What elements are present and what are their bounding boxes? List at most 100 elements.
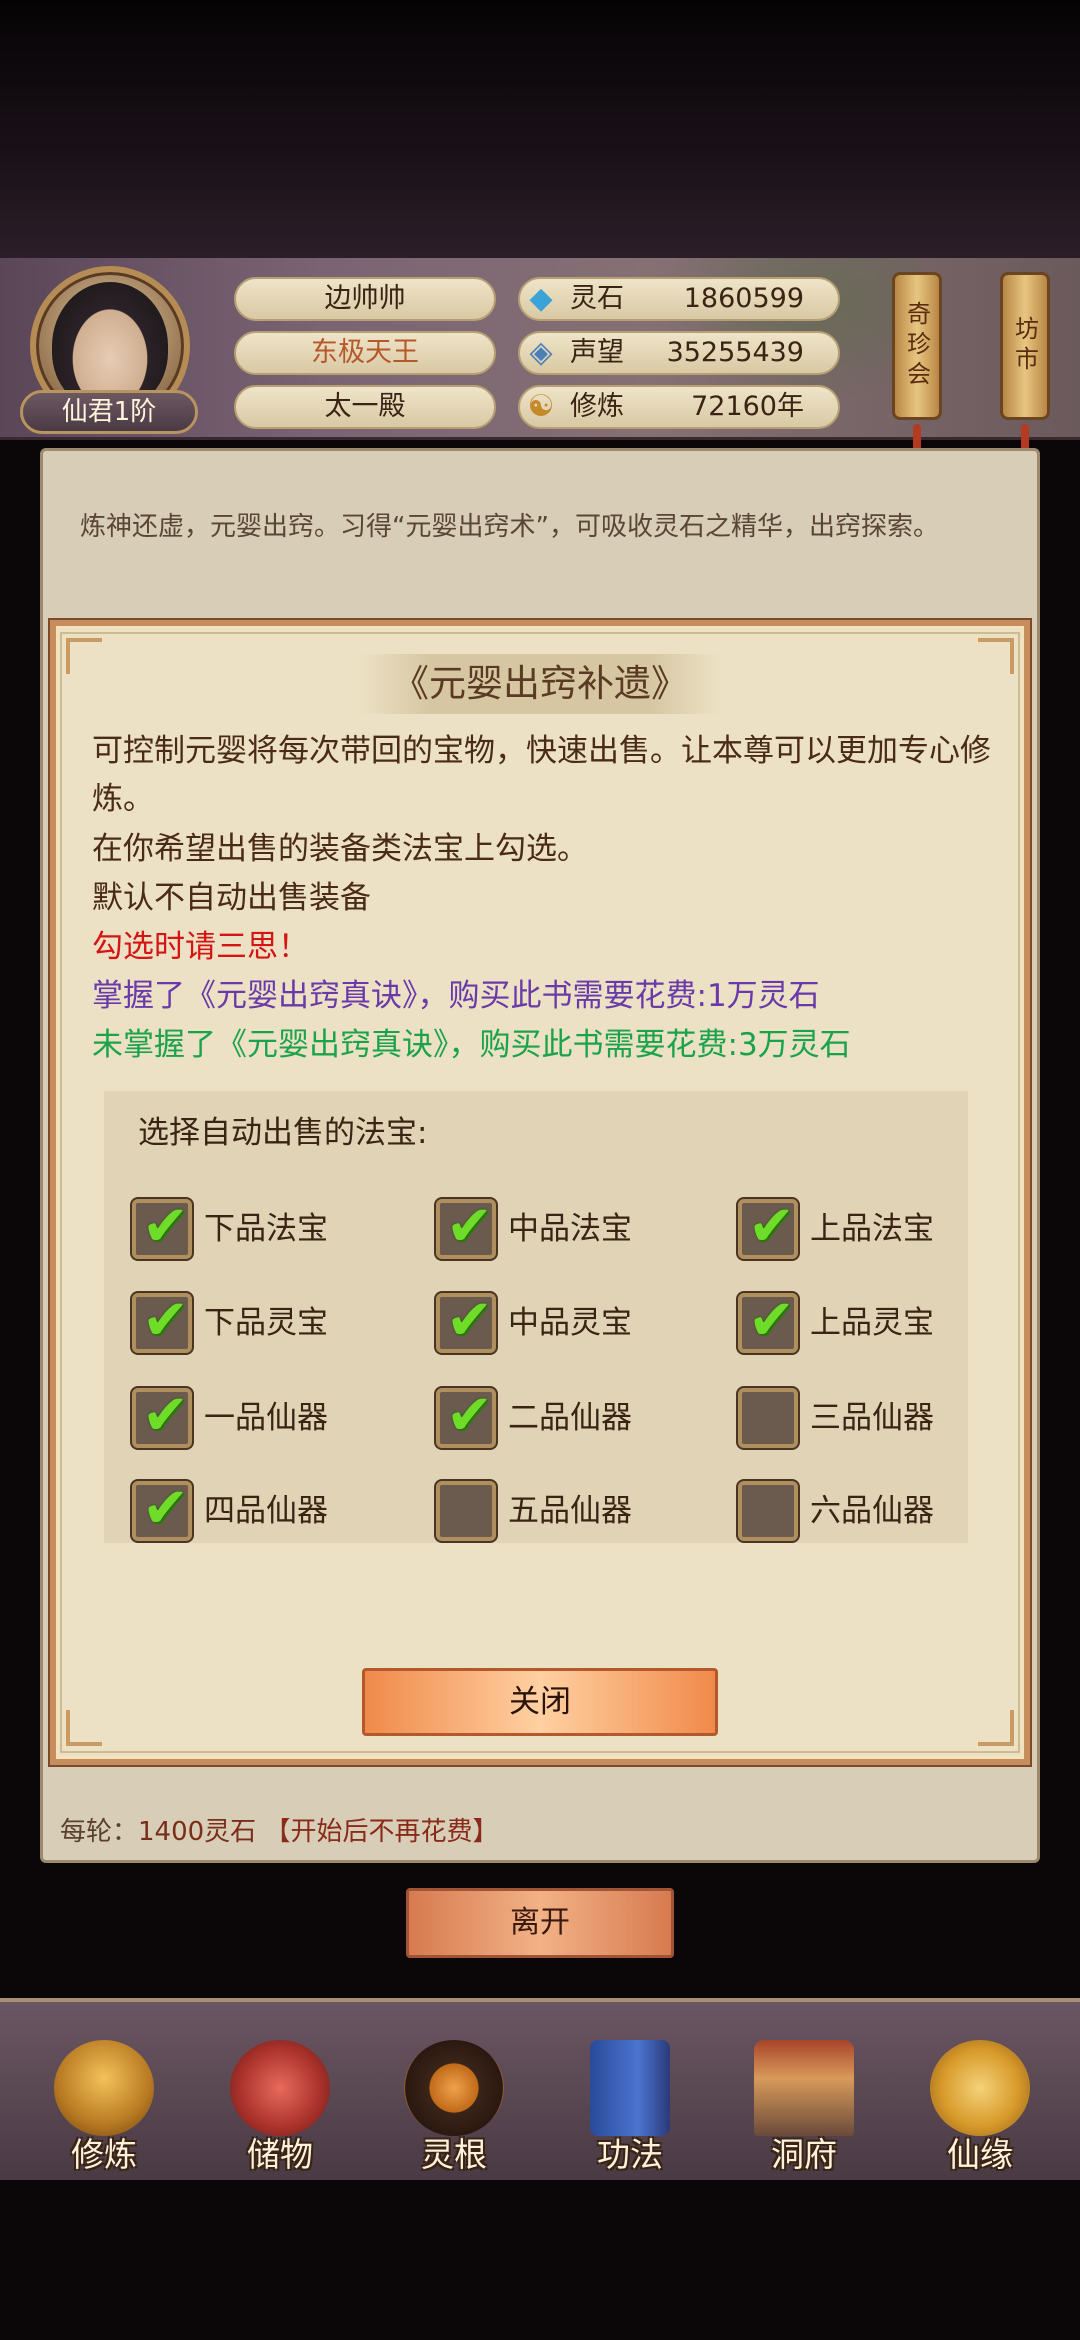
corner-decoration xyxy=(66,1710,102,1746)
spirit-stone-icon: ◆ xyxy=(529,281,553,316)
option-mid-grade-artifact[interactable]: ✔ 中品法宝 xyxy=(436,1194,686,1259)
check-icon: ✔ xyxy=(446,1194,493,1259)
rank-badge: 仙君1阶 xyxy=(20,390,198,434)
top-empty-band xyxy=(0,0,1080,258)
option-label: 二品仙器 xyxy=(508,1400,632,1436)
check-icon: ✔ xyxy=(142,1383,189,1448)
option-label: 一品仙器 xyxy=(204,1400,328,1436)
corner-decoration xyxy=(978,1710,1014,1746)
option-high-grade-artifact[interactable]: ✔ 上品法宝 xyxy=(738,1194,958,1259)
checkbox[interactable]: ✔ xyxy=(738,1194,798,1259)
option-label: 中品灵宝 xyxy=(508,1305,632,1341)
player-name: 边帅帅 xyxy=(234,277,496,321)
stat-cultivation: ☯ 修炼 72160年 xyxy=(518,385,840,429)
nav-item-cave-dwelling[interactable]: 洞府 xyxy=(734,2040,874,2174)
checkbox[interactable] xyxy=(436,1481,496,1541)
option-grade-3-immortal-artifact[interactable]: 三品仙器 xyxy=(738,1388,958,1448)
option-label: 下品灵宝 xyxy=(204,1305,328,1341)
bottom-empty-band xyxy=(0,2180,1080,2340)
option-label: 下品法宝 xyxy=(204,1211,328,1247)
modal-title: 《元婴出窍补遗》 xyxy=(392,662,688,705)
modal-instruction: 在你希望出售的装备类法宝上勾选。 xyxy=(92,831,588,867)
stat-label: 声望 xyxy=(570,337,624,368)
option-label: 上品法宝 xyxy=(810,1211,934,1247)
stat-reputation: ◈ 声望 35255439 xyxy=(518,331,840,375)
nav-item-immortal-fate[interactable]: 仙缘 xyxy=(910,2040,1050,2174)
stat-value: 35255439 xyxy=(666,337,804,368)
nav-label: 仙缘 xyxy=(947,2135,1013,2174)
option-high-grade-spirit-treasure[interactable]: ✔ 上品灵宝 xyxy=(738,1288,958,1353)
nav-item-technique[interactable]: 功法 xyxy=(560,2040,700,2174)
option-label: 中品法宝 xyxy=(508,1211,632,1247)
stat-value: 1860599 xyxy=(683,283,804,314)
checkbox[interactable]: ✔ xyxy=(436,1194,496,1259)
player-title: 东极天王 xyxy=(234,331,496,375)
storage-bag-icon xyxy=(230,2040,330,2136)
auto-sell-selection-box: ✔ 下品法宝 ✔ 中品法宝 ✔ 上品法宝 ✔ 下品灵宝 ✔ 中品灵宝 ✔ 上品灵… xyxy=(104,1091,968,1543)
option-grade-2-immortal-artifact[interactable]: ✔ 二品仙器 xyxy=(436,1383,686,1448)
player-sect: 太一殿 xyxy=(234,385,496,429)
round-cost-label: 每轮： xyxy=(60,1817,139,1847)
background-description: 炼神还虚，元婴出窍。习得“元婴出窍术”，可吸收灵石之精华，出窍探索。 xyxy=(80,512,939,542)
option-grade-6-immortal-artifact[interactable]: 六品仙器 xyxy=(738,1481,958,1541)
checkbox[interactable] xyxy=(738,1481,798,1541)
price-unmastered: 未掌握了《元婴出窍真诀》，购买此书需要花费:3万灵石 xyxy=(92,1027,851,1063)
check-icon: ✔ xyxy=(446,1383,493,1448)
check-icon: ✔ xyxy=(142,1194,189,1259)
nav-label: 洞府 xyxy=(771,2135,837,2174)
check-icon: ✔ xyxy=(748,1288,795,1353)
auto-sell-title: 选择自动出售的法宝: xyxy=(138,1115,428,1151)
modal-default-note: 默认不自动出售装备 xyxy=(92,880,371,916)
round-cost-row: 每轮：1400灵石 【开始后不再花费】 xyxy=(60,1810,1020,1854)
corner-decoration xyxy=(66,638,102,674)
option-label: 上品灵宝 xyxy=(810,1305,934,1341)
immortal-fate-icon xyxy=(930,2040,1030,2136)
modal-description: 可控制元婴将每次带回的宝物，快速出售。让本尊可以更加专心修炼。 xyxy=(92,733,991,817)
option-grade-5-immortal-artifact[interactable]: 五品仙器 xyxy=(436,1481,686,1541)
option-label: 三品仙器 xyxy=(810,1400,934,1436)
checkbox[interactable]: ✔ xyxy=(436,1288,496,1353)
price-mastered: 掌握了《元婴出窍真诀》，购买此书需要花费:1万灵石 xyxy=(92,978,820,1014)
option-mid-grade-spirit-treasure[interactable]: ✔ 中品灵宝 xyxy=(436,1288,686,1353)
round-cost-note: 【开始后不再花费】 xyxy=(264,1817,499,1847)
checkbox[interactable]: ✔ xyxy=(132,1288,192,1353)
market-button[interactable]: 坊市 xyxy=(1000,272,1050,420)
modal-warning: 勾选时请三思！ xyxy=(92,929,309,965)
check-icon: ✔ xyxy=(748,1194,795,1259)
nav-label: 储物 xyxy=(247,2135,313,2174)
option-label: 六品仙器 xyxy=(810,1493,934,1529)
treasure-auction-button[interactable]: 奇珍会 xyxy=(892,272,942,420)
option-low-grade-spirit-treasure[interactable]: ✔ 下品灵宝 xyxy=(132,1288,382,1353)
corner-decoration xyxy=(978,638,1014,674)
leave-button[interactable]: 离开 xyxy=(406,1888,674,1958)
check-icon: ✔ xyxy=(142,1476,189,1541)
close-button[interactable]: 关闭 xyxy=(362,1668,718,1736)
option-grade-1-immortal-artifact[interactable]: ✔ 一品仙器 xyxy=(132,1383,382,1448)
cave-dwelling-icon xyxy=(754,2040,854,2136)
stat-value: 72160年 xyxy=(691,391,804,422)
nav-label: 功法 xyxy=(597,2135,663,2174)
check-icon: ✔ xyxy=(142,1288,189,1353)
cultivate-icon xyxy=(54,2040,154,2136)
checkbox[interactable]: ✔ xyxy=(738,1288,798,1353)
nav-item-spirit-root[interactable]: 灵根 xyxy=(384,2040,524,2174)
nav-item-storage[interactable]: 储物 xyxy=(210,2040,350,2174)
checkbox[interactable] xyxy=(738,1388,798,1448)
option-label: 四品仙器 xyxy=(204,1493,328,1529)
spirit-root-icon xyxy=(404,2040,504,2136)
nav-item-cultivate[interactable]: 修炼 xyxy=(34,2040,174,2174)
checkbox[interactable]: ✔ xyxy=(132,1383,192,1448)
stat-label: 灵石 xyxy=(570,283,624,314)
check-icon: ✔ xyxy=(446,1288,493,1353)
option-label: 五品仙器 xyxy=(508,1493,632,1529)
checkbox[interactable]: ✔ xyxy=(132,1476,192,1541)
checkbox[interactable]: ✔ xyxy=(436,1383,496,1448)
technique-book-icon xyxy=(590,2040,670,2136)
stat-label: 修炼 xyxy=(570,391,624,422)
option-grade-4-immortal-artifact[interactable]: ✔ 四品仙器 xyxy=(132,1476,382,1541)
option-low-grade-artifact[interactable]: ✔ 下品法宝 xyxy=(132,1194,382,1259)
checkbox[interactable]: ✔ xyxy=(132,1194,192,1259)
stat-spirit-stone: ◆ 灵石 1860599 xyxy=(518,277,840,321)
round-cost-value: 1400灵石 xyxy=(138,1817,257,1847)
nav-label: 灵根 xyxy=(421,2135,487,2174)
